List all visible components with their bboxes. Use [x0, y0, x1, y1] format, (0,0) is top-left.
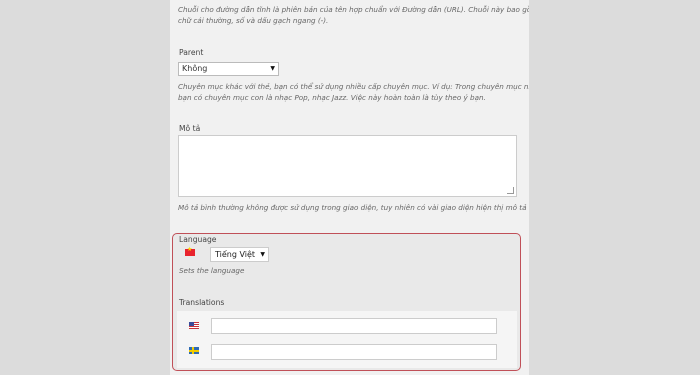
vietnam-flag-icon [185, 246, 195, 256]
slug-help-text: Chuỗi cho đường dẫn tĩnh là phiên bản củ… [178, 4, 529, 26]
dropdown-arrow-icon: ▼ [270, 65, 275, 72]
description-help-text: Mô tả bình thường không được sử dụng tro… [178, 203, 529, 212]
us-flag-icon [189, 322, 199, 329]
dropdown-arrow-icon: ▼ [260, 251, 265, 258]
language-selected-value: Tiếng Việt [215, 250, 256, 259]
slug-help-line-1: Chuỗi cho đường dẫn tĩnh là phiên bản củ… [178, 5, 529, 14]
parent-help-line-1: Chuyên mục khác với thẻ, bạn có thể sử d… [178, 82, 529, 91]
translations-panel [177, 311, 517, 368]
description-textarea[interactable] [178, 135, 517, 197]
translations-label: Translations [179, 298, 225, 307]
parent-help-line-2: bạn có chuyên mục con là nhạc Pop, nhạc … [178, 93, 486, 102]
parent-help-text: Chuyên mục khác với thẻ, bạn có thể sử d… [178, 81, 529, 103]
language-help-text: Sets the language [179, 266, 245, 275]
term-edit-form: Chuỗi cho đường dẫn tĩnh là phiên bản củ… [170, 0, 529, 375]
sweden-flag-icon [189, 347, 199, 354]
language-select[interactable]: Tiếng Việt ▼ [210, 247, 269, 262]
resize-grip-icon[interactable] [507, 187, 514, 194]
parent-label: Parent [179, 48, 204, 57]
parent-select[interactable]: Không ▼ [178, 62, 279, 76]
language-section: Language Tiếng Việt ▼ Sets the language … [172, 233, 521, 371]
translation-input-swedish[interactable] [211, 344, 497, 360]
language-label: Language [179, 235, 217, 244]
parent-selected-value: Không [182, 64, 208, 73]
translation-input-english[interactable] [211, 318, 497, 334]
slug-help-line-2: chữ cái thường, số và dấu gạch ngang (-)… [178, 16, 329, 25]
description-label: Mô tả [179, 124, 201, 133]
